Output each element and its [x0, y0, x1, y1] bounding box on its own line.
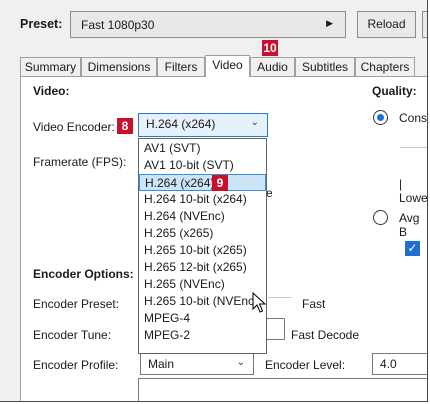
encoder-preset-slider[interactable] [268, 297, 292, 298]
advanced-options-textarea[interactable] [138, 378, 427, 401]
video-section-title: Video: [33, 84, 70, 98]
tab-chapters-label: Chapters [360, 60, 410, 74]
preset-toolbar: Preset: Fast 1080p30 ▶ Reload [0, 0, 427, 50]
tab-dimensions-label: Dimensions [87, 60, 151, 74]
quality-section-title: Quality: [372, 84, 417, 98]
encoder-option-selected[interactable]: H.264 (x264) [139, 174, 266, 191]
tab-bar: Summary Dimensions Filters Video Audio S… [0, 55, 427, 77]
callout-badge-8: 8 [117, 118, 133, 134]
handbrake-window: Preset: Fast 1080p30 ▶ Reload Summary Di… [0, 0, 428, 402]
encoder-option[interactable]: AV1 (SVT) [139, 140, 266, 157]
preset-selector[interactable]: Fast 1080p30 ▶ [70, 11, 346, 38]
tab-filters-label: Filters [164, 60, 198, 74]
video-encoder-list: AV1 (SVT) AV1 10-bit (SVT) H.264 (x264) … [138, 138, 267, 354]
encoder-option[interactable]: H.265 10-bit (x265) [139, 242, 266, 259]
encoder-option[interactable]: H.264 (NVEnc) [139, 208, 266, 225]
tab-dimensions[interactable]: Dimensions [81, 57, 157, 76]
more-button[interactable] [422, 11, 427, 38]
tab-summary[interactable]: Summary [20, 57, 81, 76]
tab-video-label: Video [212, 58, 243, 72]
tab-audio[interactable]: Audio [250, 57, 295, 76]
framerate-label: Framerate (FPS): [33, 155, 127, 169]
encoder-option[interactable]: H.265 12-bit (x265) [139, 259, 266, 276]
hidden-label-fragment: e [266, 186, 273, 200]
encoder-option[interactable]: H.265 10-bit (NVEnc) [139, 293, 266, 310]
encoder-profile-label: Encoder Profile: [33, 358, 119, 372]
encoder-option[interactable]: MPEG-2 [139, 327, 266, 344]
callout-badge-9: 9 [212, 175, 228, 191]
encoder-profile-dropdown[interactable]: Main ⌄ [140, 353, 254, 375]
encoder-option-selected-label: H.264 (x264) [145, 176, 215, 190]
video-encoder-value: H.264 (x264) [146, 117, 216, 131]
reload-button-label: Reload [367, 17, 406, 31]
tab-subtitles[interactable]: Subtitles [295, 57, 355, 76]
constant-quality-label: Const [399, 111, 428, 125]
encoder-profile-value: Main [148, 357, 175, 371]
encoder-option[interactable]: AV1 10-bit (SVT) [139, 157, 266, 174]
preset-label: Preset: [20, 17, 63, 31]
callout-badge-10: 10 [262, 40, 278, 56]
encoder-level-label: Encoder Level: [265, 358, 346, 372]
tab-video[interactable]: Video [205, 55, 250, 77]
encoder-tune-label: Encoder Tune: [33, 328, 112, 342]
avg-bitrate-radio[interactable] [373, 210, 388, 225]
reload-button[interactable]: Reload [357, 11, 416, 38]
chevron-down-icon: ⌄ [250, 117, 259, 128]
video-encoder-label: Video Encoder: [33, 120, 115, 134]
fast-decode-label: Fast Decode [291, 328, 360, 342]
encoder-preset-value: Fast [302, 297, 326, 311]
encoder-preset-label: Encoder Preset: [33, 297, 120, 311]
encoder-option[interactable]: H.265 (x265) [139, 225, 266, 242]
lower-quality-label: | Lowe [399, 177, 428, 205]
check-icon[interactable]: ✓ [405, 241, 420, 256]
tab-subtitles-label: Subtitles [301, 60, 349, 74]
tab-summary-label: Summary [24, 60, 77, 74]
chevron-down-icon: ⌄ [236, 357, 245, 368]
constant-quality-radio[interactable] [373, 110, 388, 125]
preset-value: Fast 1080p30 [81, 18, 155, 32]
tab-filters[interactable]: Filters [157, 57, 205, 76]
chevron-right-icon: ▶ [326, 18, 333, 28]
encoder-options-title: Encoder Options: [33, 267, 134, 281]
tab-chapters[interactable]: Chapters [355, 57, 415, 76]
encoder-option[interactable]: H.264 10-bit (x264) [139, 191, 266, 208]
quality-slider[interactable] [400, 147, 427, 148]
encoder-option[interactable]: H.265 (NVEnc) [139, 276, 266, 293]
tab-audio-label: Audio [257, 60, 288, 74]
encoder-tune-dropdown[interactable] [265, 318, 285, 340]
encoder-level-dropdown[interactable]: 4.0 [372, 353, 427, 375]
encoder-option[interactable]: MPEG-4 [139, 310, 266, 327]
encoder-level-value: 4.0 [380, 357, 397, 371]
mouse-cursor-icon [252, 292, 267, 313]
avg-bitrate-label: Avg B [399, 211, 420, 239]
video-encoder-dropdown[interactable]: H.264 (x264) ⌄ [138, 113, 268, 137]
